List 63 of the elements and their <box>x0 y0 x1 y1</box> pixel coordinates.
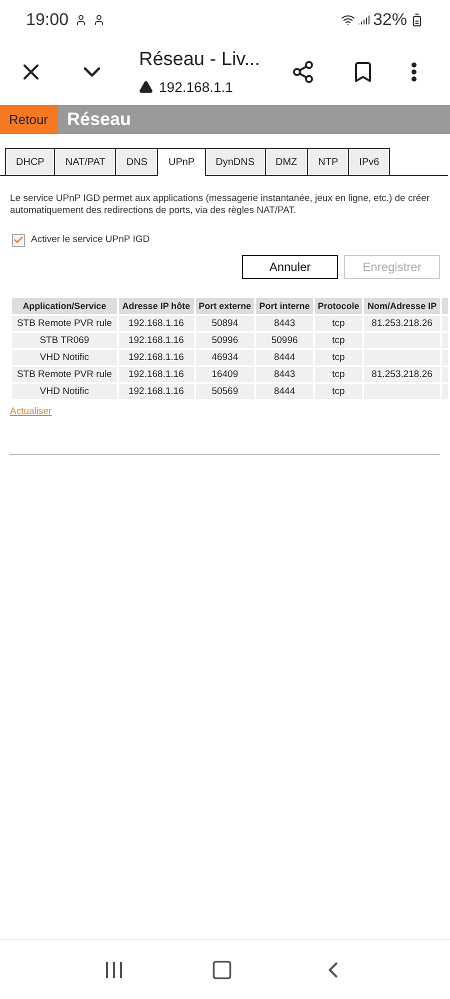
column-header: Application/Service <box>12 298 117 314</box>
table-cell: STB Remote PVR rule <box>12 316 117 332</box>
tab[interactable]: DHCP <box>5 148 56 175</box>
table-cell: tcp <box>314 350 362 366</box>
table-cell: STB Remote PVR rule <box>12 367 117 382</box>
table-cell: 192.168.1.16 <box>118 333 194 348</box>
recent-apps-icon[interactable] <box>104 960 124 978</box>
column-header <box>442 298 448 314</box>
share-button[interactable] <box>291 60 315 84</box>
tab[interactable]: DMZ <box>264 148 308 175</box>
table-cell: 8443 <box>256 316 313 332</box>
table-cell: STB TR069 <box>12 333 117 348</box>
table-cell: 192.168.1.16 <box>118 367 194 382</box>
tab[interactable]: NAT/PAT <box>54 148 116 175</box>
table-cell: 8444 <box>256 384 313 400</box>
url-text: 192.168.1.1 <box>159 78 233 97</box>
person-icon <box>92 14 105 26</box>
wifi-icon <box>340 13 355 27</box>
tab[interactable]: DynDNS <box>204 148 266 175</box>
back-button[interactable]: Retour <box>0 105 57 134</box>
warning-icon <box>139 80 153 94</box>
form-button[interactable]: Annuler <box>242 255 338 280</box>
table-cell: 16409 <box>196 367 254 382</box>
battery-icon <box>410 13 424 27</box>
home-icon[interactable] <box>210 958 233 980</box>
table-cell: VHD Notific <box>12 384 117 400</box>
table-cell: 50569 <box>196 384 254 400</box>
table-cell: tcp <box>314 367 362 382</box>
table-cell: 192.168.1.16 <box>118 350 194 366</box>
more-icon <box>411 62 417 82</box>
page-title: Réseau - Liv... <box>139 48 262 72</box>
table-cell: 81.253.218.26 <box>364 316 440 332</box>
share-icon <box>291 60 315 84</box>
person-icon <box>74 14 87 26</box>
column-header: Port externe <box>196 298 254 314</box>
column-header: Protocole <box>314 298 362 314</box>
table-cell: 50996 <box>196 333 254 348</box>
checkbox[interactable] <box>12 234 25 247</box>
table-cell: 192.168.1.16 <box>118 384 194 400</box>
table-cell: 8444 <box>256 350 313 366</box>
table-cell: 46934 <box>196 350 254 366</box>
more-button[interactable] <box>411 62 417 82</box>
table-cell: tcp <box>314 333 362 348</box>
column-header: Adresse IP hôte <box>118 298 194 314</box>
table-cell: 50894 <box>196 316 254 332</box>
table-cell: tcp <box>314 384 362 400</box>
tab[interactable]: IPv6 <box>348 148 390 175</box>
table-cell: 8443 <box>256 367 313 382</box>
table-cell: VHD Notific <box>12 350 117 366</box>
table-cell: 50996 <box>256 333 313 348</box>
tab[interactable]: NTP <box>307 148 350 175</box>
description-text: Le service UPnP IGD permet aux applications (messagerie instantanée, jeux en ligne, etc.) de créer automatiquement des redirections de ports, via des règles NAT/PAT. <box>10 193 431 217</box>
table-cell: 81.253.218.26 <box>364 367 440 382</box>
table-cell: 192.168.1.16 <box>118 316 194 332</box>
section-title: Réseau <box>67 108 132 131</box>
battery-percent: 32% <box>372 9 407 32</box>
checkbox-label: Activer le service UPnP IGD <box>31 233 150 247</box>
column-header: Port interne <box>256 298 313 314</box>
column-header: Nom/Adresse IP <box>364 298 440 314</box>
status-time: 19:00 <box>26 9 69 32</box>
tab[interactable]: DNS <box>115 148 158 175</box>
table-cell: tcp <box>314 316 362 332</box>
tab[interactable]: UPnP <box>157 148 206 176</box>
